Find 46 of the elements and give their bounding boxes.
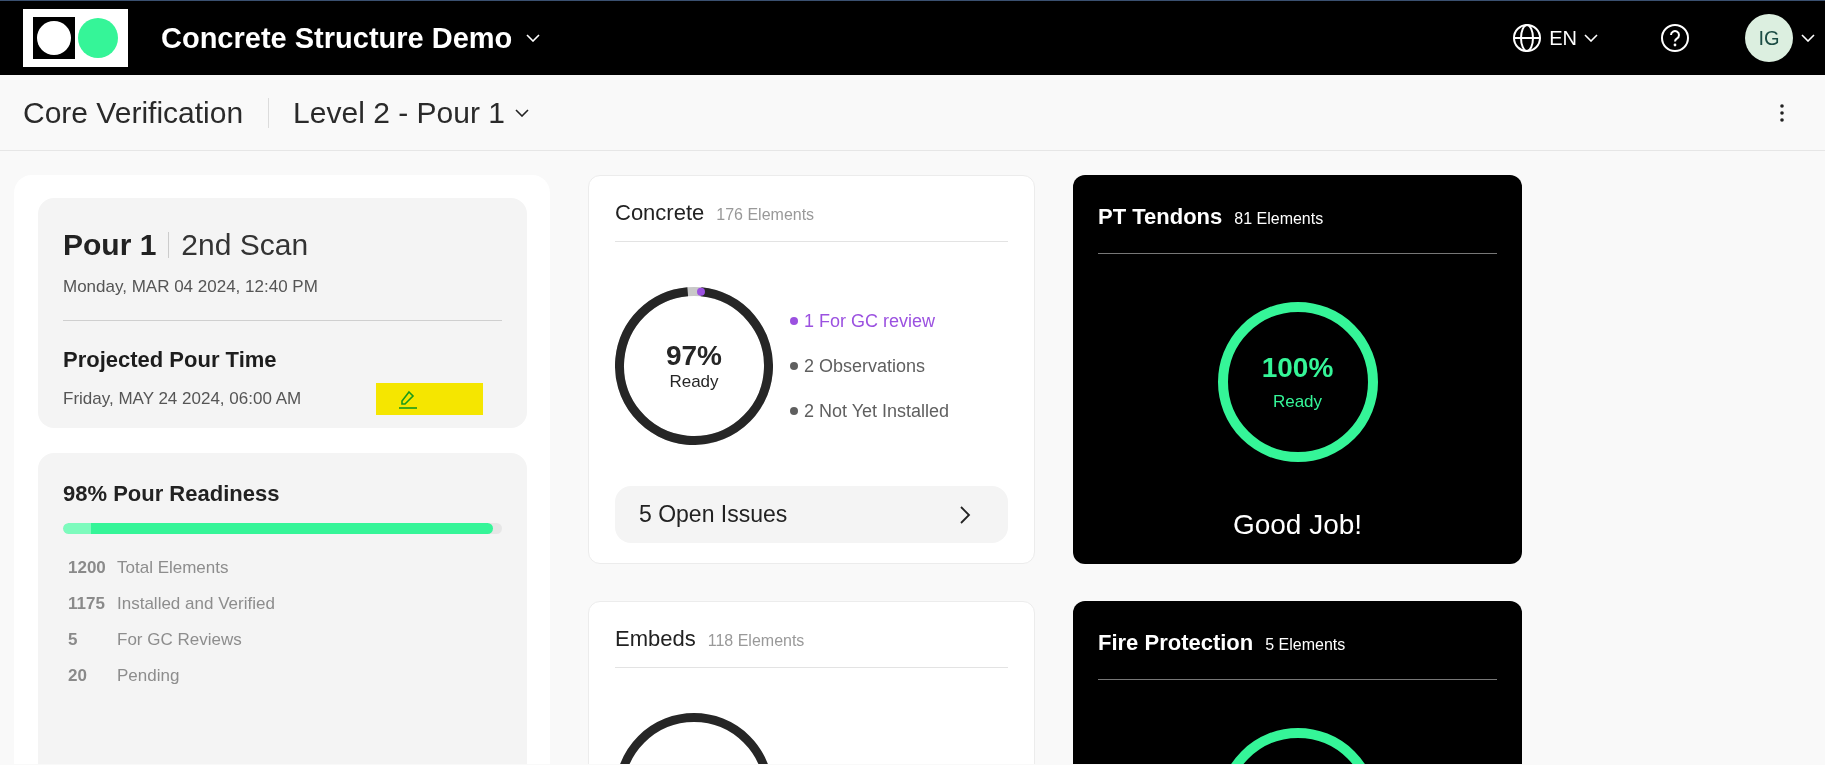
stat-count: 1200 bbox=[67, 557, 107, 578]
percent-value: 97% bbox=[665, 340, 722, 372]
pour-title: Pour 1 bbox=[63, 228, 157, 262]
pencil-icon bbox=[398, 389, 419, 409]
legend-label: 2 Not Yet Installed bbox=[804, 400, 950, 422]
ready-label: Ready bbox=[669, 372, 719, 392]
element-count: 81 Elements bbox=[1234, 210, 1324, 228]
projected-date: Friday, MAY 24 2024, 06:00 AM bbox=[63, 389, 302, 409]
page-title: Core Verification bbox=[23, 95, 244, 130]
section-heading: Projected Pour Time bbox=[63, 347, 278, 373]
stat-count: 1175 bbox=[67, 593, 106, 614]
stat-count: 5 bbox=[67, 629, 79, 650]
project-dropdown[interactable]: Concrete Structure Demo bbox=[161, 21, 541, 55]
legend-label: 1 For GC review bbox=[804, 310, 936, 332]
element-count: 5 Elements bbox=[1265, 636, 1346, 654]
caret-icon bbox=[514, 108, 529, 117]
logo-icon[interactable] bbox=[23, 9, 128, 67]
stat-count: 20 bbox=[67, 665, 88, 686]
legend-label: 2 Observations bbox=[804, 355, 926, 377]
readiness-title: 98% Pour Readiness bbox=[63, 480, 281, 507]
more-menu-icon[interactable] bbox=[1778, 101, 1786, 124]
stat-label: Installed and Verified bbox=[117, 593, 275, 614]
category-title: Concrete bbox=[615, 200, 705, 226]
stat-label: For GC Reviews bbox=[117, 629, 242, 650]
chevron-right-icon bbox=[959, 504, 971, 525]
scan-label: 2nd Scan bbox=[181, 228, 309, 262]
element-count: 176 Elements bbox=[716, 206, 815, 224]
open-issues-button[interactable]: 5 Open Issues bbox=[615, 486, 1008, 543]
status-message: Good Job! bbox=[1231, 509, 1364, 541]
caret-icon bbox=[526, 34, 541, 42]
ready-label: Ready bbox=[1272, 392, 1323, 412]
caret-icon bbox=[1584, 34, 1598, 42]
scan-date: Monday, MAR 04 2024, 12:40 PM bbox=[63, 277, 319, 297]
stat-label: Total Elements bbox=[117, 557, 229, 578]
category-title: Embeds bbox=[615, 626, 696, 652]
caret-icon bbox=[1801, 34, 1815, 42]
percent-value: 100% bbox=[1261, 352, 1334, 384]
element-count: 118 Elements bbox=[707, 632, 805, 650]
help-icon[interactable] bbox=[1660, 23, 1690, 53]
category-title: PT Tendons bbox=[1098, 204, 1223, 230]
category-title: Fire Protection bbox=[1098, 630, 1254, 656]
stat-label: Pending bbox=[117, 665, 180, 686]
user-avatar[interactable]: IG bbox=[1745, 14, 1793, 62]
language-dropdown[interactable]: EN bbox=[1512, 23, 1598, 53]
pour-dropdown[interactable]: Level 2 - Pour 1 bbox=[293, 95, 529, 130]
globe-icon bbox=[1512, 23, 1543, 53]
